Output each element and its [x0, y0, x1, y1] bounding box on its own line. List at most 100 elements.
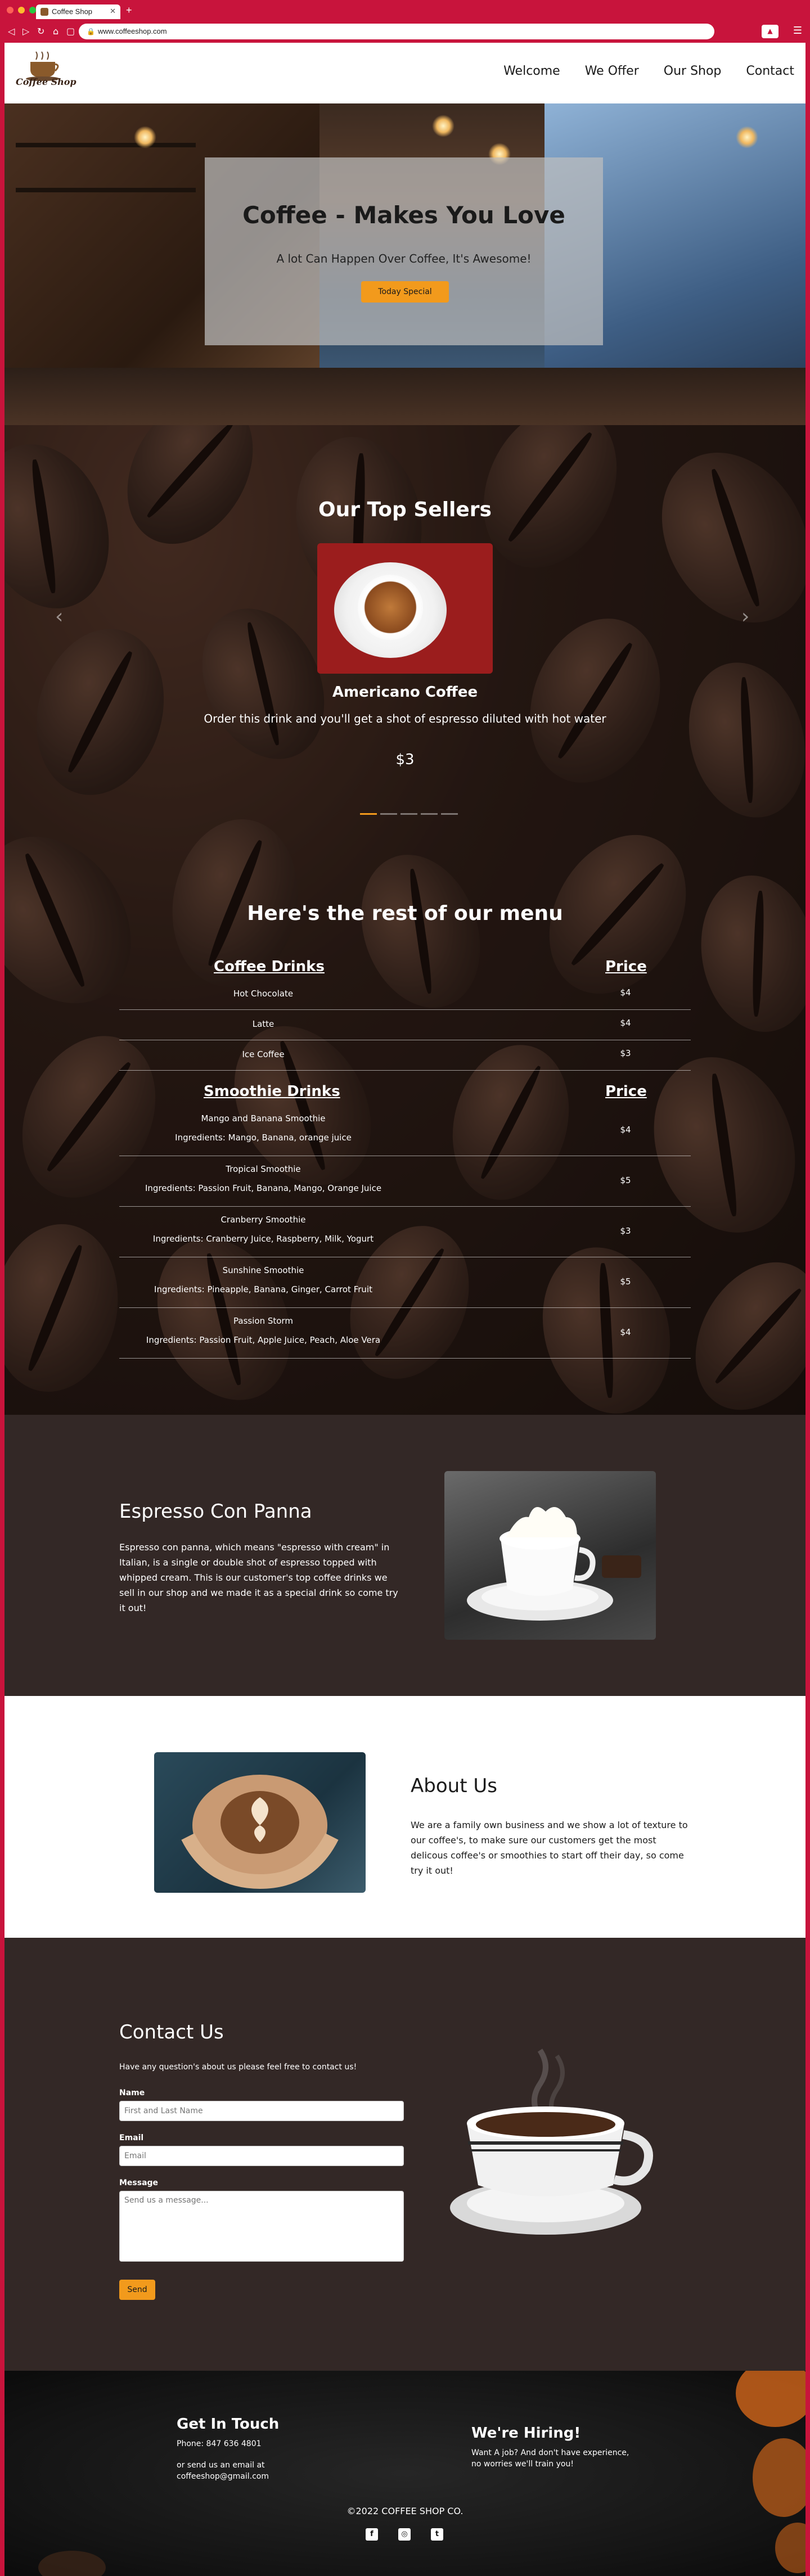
smoothie-price: $4 [620, 1327, 631, 1337]
shelf-decoration [16, 143, 196, 147]
main-nav: Welcome We Offer Our Shop Contact [503, 64, 794, 78]
send-button[interactable]: Send [119, 2280, 155, 2300]
lamp-icon [432, 115, 454, 137]
coffee-cup-logo-icon[interactable] [16, 49, 78, 94]
home-icon[interactable]: ⌂ [53, 26, 58, 37]
smoothie-ingredients: Ingredients: Mango, Banana, orange juice [175, 1133, 352, 1143]
nav-welcome[interactable]: Welcome [503, 64, 560, 78]
coffee-cup-icon [450, 2049, 653, 2235]
carousel-next-icon[interactable]: › [741, 605, 749, 628]
twitter-icon[interactable]: t [431, 2528, 443, 2541]
nav-our-shop[interactable]: Our Shop [664, 64, 722, 78]
extension-icon[interactable]: ▲ [762, 25, 778, 38]
get-in-touch-title: Get In Touch [177, 2416, 280, 2433]
social-links: f ◎ t [366, 2528, 443, 2541]
carousel-indicators [360, 813, 458, 815]
carousel-indicator[interactable] [360, 813, 377, 815]
lock-icon: 🔒 [87, 28, 95, 35]
browser-tab[interactable]: Coffee Shop ✕ [36, 4, 120, 19]
smoothie-name: Mango and Banana Smoothie [201, 1113, 326, 1124]
cream-cup-icon [467, 1507, 641, 1621]
carousel-indicator[interactable] [380, 813, 397, 815]
browser-toolbar: ◁ ▷ ↻ ⌂ ▢ 🔒 www.coffeeshop.com ▲ ☰ [0, 20, 810, 43]
coffee-bean-decoration [38, 2551, 106, 2576]
nav-we-offer[interactable]: We Offer [585, 64, 639, 78]
logo-text[interactable]: Coffee Shop [16, 76, 76, 87]
shelf-decoration [16, 188, 196, 192]
drink-price: $4 [620, 987, 631, 998]
lamp-icon [134, 126, 156, 148]
drink-name: Hot Chocolate [233, 989, 294, 999]
drink-price: $4 [620, 1018, 631, 1028]
site-footer: Get In Touch Phone: 847 636 4801 or send… [4, 2371, 806, 2576]
price-header: Price [605, 958, 647, 975]
table-row: Sunshine Smoothie Ingredients: Pineapple… [119, 1257, 691, 1308]
coffee-splash-decoration [736, 2371, 806, 2427]
email-field[interactable] [119, 2146, 404, 2166]
smoothie-ingredients: Ingredients: Pineapple, Banana, Ginger, … [154, 1284, 372, 1294]
nav-contact[interactable]: Contact [746, 64, 794, 78]
coffee-cup-shape [358, 575, 423, 640]
hiring-text: Want A job? And don't have experience, [471, 2448, 629, 2457]
facebook-icon[interactable]: f [366, 2528, 378, 2541]
carousel-indicator[interactable] [441, 813, 458, 815]
hero-subtitle: A lot Can Happen Over Coffee, It's Aweso… [276, 252, 532, 265]
back-icon[interactable]: ◁ [8, 26, 15, 37]
carousel-prev-icon[interactable]: ‹ [55, 605, 63, 628]
reload-icon[interactable]: ↻ [37, 26, 44, 37]
message-label: Message [119, 2178, 159, 2187]
hiring-text: no worries we'll train you! [471, 2460, 574, 2469]
about-text: We are a family own business and we show… [411, 1820, 688, 1876]
hero-overlay-box: Coffee - Makes You Love A lot Can Happen… [205, 157, 603, 345]
maximize-window-button[interactable] [29, 7, 36, 13]
hero-counter [4, 368, 806, 425]
bookmark-icon[interactable]: ▢ [66, 26, 75, 37]
hiring-title: We're Hiring! [471, 2425, 581, 2442]
table-row: Passion Storm Ingredients: Passion Fruit… [119, 1308, 691, 1359]
table-row: Hot Chocolate $4 [119, 980, 691, 1010]
product-price: $3 [395, 751, 415, 768]
email-label: Email [119, 2133, 144, 2142]
site-header: Coffee Shop Welcome We Offer Our Shop Co… [4, 43, 806, 103]
hero-section: Coffee - Makes You Love A lot Can Happen… [4, 103, 806, 425]
forward-icon[interactable]: ▷ [22, 26, 29, 37]
latte-cup-icon [181, 1775, 339, 1889]
menu-title: Here's the rest of our menu [247, 902, 563, 925]
table-row: Cranberry Smoothie Ingredients: Cranberr… [119, 1207, 691, 1257]
window-controls [7, 7, 36, 13]
smoothie-price: $3 [620, 1226, 631, 1236]
product-description: Order this drink and you'll get a shot o… [204, 712, 606, 725]
message-field[interactable] [119, 2191, 404, 2262]
close-tab-icon[interactable]: ✕ [110, 7, 116, 16]
instagram-icon[interactable]: ◎ [398, 2528, 411, 2541]
today-special-button[interactable]: Today Special [361, 281, 449, 303]
carousel-indicator[interactable] [400, 813, 417, 815]
new-tab-icon[interactable]: + [126, 4, 132, 16]
latte-art-image [154, 1752, 366, 1893]
americano-image [317, 543, 493, 674]
minimize-window-button[interactable] [18, 7, 25, 13]
smoothie-name: Tropical Smoothie [226, 1164, 301, 1174]
smoothie-name: Cranberry Smoothie [220, 1215, 306, 1225]
email-address[interactable]: coffeeshop@gmail.com [177, 2471, 269, 2482]
carousel-indicator[interactable] [421, 813, 438, 815]
contact-intro: Have any question's about us please feel… [119, 2063, 357, 2072]
browser-menu-icon[interactable]: ☰ [793, 25, 802, 37]
special-drink-text: Espresso con panna, which means "espress… [119, 1542, 398, 1613]
browser-tabbar: Coffee Shop ✕ + [0, 0, 810, 20]
name-field[interactable] [119, 2101, 404, 2121]
url-text: www.coffeeshop.com [98, 27, 167, 35]
address-bar[interactable]: 🔒 www.coffeeshop.com [79, 24, 714, 39]
table-row: Ice Coffee $3 [119, 1040, 691, 1071]
smoothie-ingredients: Ingredients: Cranberry Juice, Raspberry,… [152, 1234, 374, 1244]
tab-title: Coffee Shop [52, 7, 93, 16]
smoothie-price: $5 [620, 1276, 631, 1287]
email-text: or send us an email at [177, 2461, 265, 2470]
table-row: Latte $4 [119, 1010, 691, 1040]
favicon-icon [40, 8, 48, 16]
coffee-splash-decoration [775, 2523, 806, 2573]
smoothie-price: $5 [620, 1175, 631, 1185]
smoothie-drinks-header: Smoothie Drinks [204, 1083, 340, 1100]
close-window-button[interactable] [7, 7, 14, 13]
special-drink-title: Espresso Con Panna [119, 1500, 312, 1523]
